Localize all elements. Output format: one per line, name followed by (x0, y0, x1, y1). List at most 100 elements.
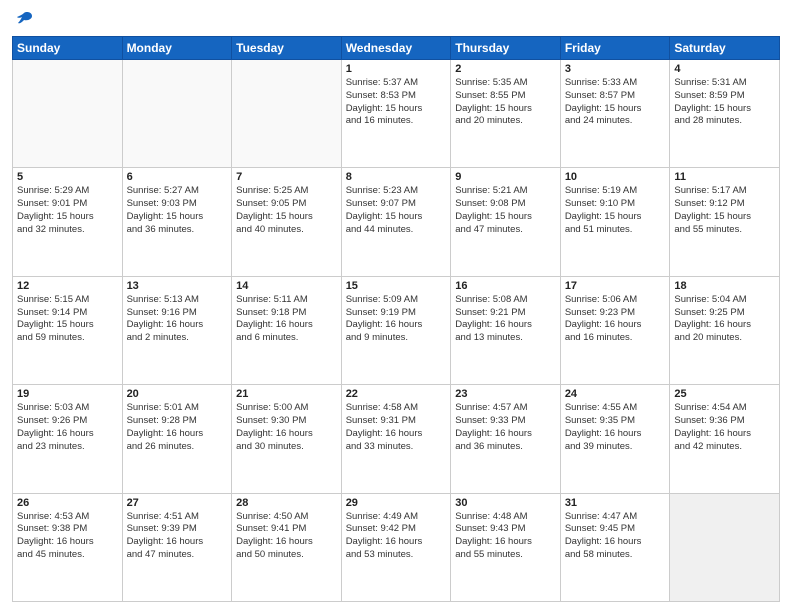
day-number: 3 (565, 63, 666, 75)
day-number: 10 (565, 171, 666, 183)
day-info: Sunrise: 4:50 AM Sunset: 9:41 PM Dayligh… (236, 511, 337, 562)
calendar-cell: 20Sunrise: 5:01 AM Sunset: 9:28 PM Dayli… (122, 385, 232, 493)
calendar-week-5: 26 Sunrise: 4:53 AM Sunset: 9:38 PM Dayli… (13, 493, 780, 601)
day-info: Sunrise: 5:06 AM Sunset: 9:23 PM Dayligh… (565, 294, 666, 345)
calendar-cell (670, 493, 780, 601)
calendar-cell: 19 Sunrise: 5:03 AM Sunset: 9:26 PM Dayli… (13, 385, 123, 493)
logo-bird-icon (14, 10, 34, 30)
calendar-header-sunday: Sunday (13, 37, 123, 60)
day-number: 13 (127, 280, 228, 292)
day-info: Sunrise: 5:29 AM Sunset: 9:01 PM Dayligh… (17, 185, 118, 236)
day-number: 25 (674, 388, 775, 400)
calendar-table: SundayMondayTuesdayWednesdayThursdayFrid… (12, 36, 780, 602)
day-number: 23 (455, 388, 556, 400)
day-info: Sunrise: 5:03 AM Sunset: 9:26 PM Dayligh… (17, 402, 118, 453)
day-number: 6 (127, 171, 228, 183)
calendar-cell: 18 Sunrise: 5:04 AM Sunset: 9:25 PM Dayli… (670, 276, 780, 384)
logo (12, 10, 34, 30)
day-info: Sunrise: 4:53 AM Sunset: 9:38 PM Dayligh… (17, 511, 118, 562)
day-number: 12 (17, 280, 118, 292)
day-number: 17 (565, 280, 666, 292)
day-info: Sunrise: 4:55 AM Sunset: 9:35 PM Dayligh… (565, 402, 666, 453)
day-number: 11 (674, 171, 775, 183)
calendar-cell: 2Sunrise: 5:35 AM Sunset: 8:55 PM Daylig… (451, 60, 561, 168)
calendar-cell: 17 Sunrise: 5:06 AM Sunset: 9:23 PM Dayli… (560, 276, 670, 384)
day-number: 29 (346, 497, 447, 509)
day-info: Sunrise: 5:08 AM Sunset: 9:21 PM Dayligh… (455, 294, 556, 345)
calendar-cell: 24 Sunrise: 4:55 AM Sunset: 9:35 PM Dayli… (560, 385, 670, 493)
calendar-cell: 9 Sunrise: 5:21 AM Sunset: 9:08 PM Daylig… (451, 168, 561, 276)
day-number: 1 (346, 63, 447, 75)
calendar-cell: 4Sunrise: 5:31 AM Sunset: 8:59 PM Daylig… (670, 60, 780, 168)
calendar-cell: 21 Sunrise: 5:00 AM Sunset: 9:30 PM Dayli… (232, 385, 342, 493)
calendar-cell: 28 Sunrise: 4:50 AM Sunset: 9:41 PM Dayli… (232, 493, 342, 601)
day-info: Sunrise: 5:04 AM Sunset: 9:25 PM Dayligh… (674, 294, 775, 345)
day-number: 28 (236, 497, 337, 509)
day-info: Sunrise: 4:58 AM Sunset: 9:31 PM Dayligh… (346, 402, 447, 453)
calendar-cell: 8Sunrise: 5:23 AM Sunset: 9:07 PM Daylig… (341, 168, 451, 276)
day-info: Sunrise: 4:47 AM Sunset: 9:45 PM Dayligh… (565, 511, 666, 562)
day-info: Sunrise: 5:35 AM Sunset: 8:55 PM Dayligh… (455, 77, 556, 128)
calendar-cell: 23 Sunrise: 4:57 AM Sunset: 9:33 PM Dayli… (451, 385, 561, 493)
calendar-cell: 15Sunrise: 5:09 AM Sunset: 9:19 PM Dayli… (341, 276, 451, 384)
calendar-cell: 11 Sunrise: 5:17 AM Sunset: 9:12 PM Dayli… (670, 168, 780, 276)
calendar-week-1: 1 Sunrise: 5:37 AM Sunset: 8:53 PM Daylig… (13, 60, 780, 168)
day-info: Sunrise: 4:48 AM Sunset: 9:43 PM Dayligh… (455, 511, 556, 562)
day-number: 19 (17, 388, 118, 400)
day-number: 20 (127, 388, 228, 400)
page: SundayMondayTuesdayWednesdayThursdayFrid… (0, 0, 792, 612)
day-info: Sunrise: 5:27 AM Sunset: 9:03 PM Dayligh… (127, 185, 228, 236)
calendar-header-monday: Monday (122, 37, 232, 60)
day-info: Sunrise: 5:15 AM Sunset: 9:14 PM Dayligh… (17, 294, 118, 345)
calendar-cell (232, 60, 342, 168)
day-info: Sunrise: 5:09 AM Sunset: 9:19 PM Dayligh… (346, 294, 447, 345)
day-number: 26 (17, 497, 118, 509)
calendar-cell: 25 Sunrise: 4:54 AM Sunset: 9:36 PM Dayli… (670, 385, 780, 493)
day-info: Sunrise: 5:11 AM Sunset: 9:18 PM Dayligh… (236, 294, 337, 345)
day-info: Sunrise: 5:21 AM Sunset: 9:08 PM Dayligh… (455, 185, 556, 236)
day-number: 7 (236, 171, 337, 183)
header (12, 10, 780, 30)
calendar-header-saturday: Saturday (670, 37, 780, 60)
calendar-header-tuesday: Tuesday (232, 37, 342, 60)
day-number: 5 (17, 171, 118, 183)
calendar-cell: 7 Sunrise: 5:25 AM Sunset: 9:05 PM Daylig… (232, 168, 342, 276)
day-number: 9 (455, 171, 556, 183)
day-info: Sunrise: 5:33 AM Sunset: 8:57 PM Dayligh… (565, 77, 666, 128)
calendar-cell: 16 Sunrise: 5:08 AM Sunset: 9:21 PM Dayli… (451, 276, 561, 384)
calendar-cell: 22Sunrise: 4:58 AM Sunset: 9:31 PM Dayli… (341, 385, 451, 493)
calendar-week-2: 5 Sunrise: 5:29 AM Sunset: 9:01 PM Daylig… (13, 168, 780, 276)
calendar-cell: 14Sunrise: 5:11 AM Sunset: 9:18 PM Dayli… (232, 276, 342, 384)
calendar-week-4: 19 Sunrise: 5:03 AM Sunset: 9:26 PM Dayli… (13, 385, 780, 493)
calendar-cell: 27Sunrise: 4:51 AM Sunset: 9:39 PM Dayli… (122, 493, 232, 601)
calendar-header-row: SundayMondayTuesdayWednesdayThursdayFrid… (13, 37, 780, 60)
day-number: 27 (127, 497, 228, 509)
day-info: Sunrise: 5:00 AM Sunset: 9:30 PM Dayligh… (236, 402, 337, 453)
calendar-cell: 3 Sunrise: 5:33 AM Sunset: 8:57 PM Daylig… (560, 60, 670, 168)
calendar-cell: 5 Sunrise: 5:29 AM Sunset: 9:01 PM Daylig… (13, 168, 123, 276)
day-info: Sunrise: 4:54 AM Sunset: 9:36 PM Dayligh… (674, 402, 775, 453)
day-number: 4 (674, 63, 775, 75)
calendar-cell: 26 Sunrise: 4:53 AM Sunset: 9:38 PM Dayli… (13, 493, 123, 601)
day-number: 24 (565, 388, 666, 400)
day-info: Sunrise: 5:23 AM Sunset: 9:07 PM Dayligh… (346, 185, 447, 236)
calendar-header-friday: Friday (560, 37, 670, 60)
day-info: Sunrise: 5:19 AM Sunset: 9:10 PM Dayligh… (565, 185, 666, 236)
day-info: Sunrise: 5:13 AM Sunset: 9:16 PM Dayligh… (127, 294, 228, 345)
day-info: Sunrise: 5:17 AM Sunset: 9:12 PM Dayligh… (674, 185, 775, 236)
day-info: Sunrise: 5:25 AM Sunset: 9:05 PM Dayligh… (236, 185, 337, 236)
day-number: 18 (674, 280, 775, 292)
calendar-cell: 12 Sunrise: 5:15 AM Sunset: 9:14 PM Dayli… (13, 276, 123, 384)
calendar-cell: 29 Sunrise: 4:49 AM Sunset: 9:42 PM Dayli… (341, 493, 451, 601)
day-info: Sunrise: 5:37 AM Sunset: 8:53 PM Dayligh… (346, 77, 447, 128)
calendar-header-wednesday: Wednesday (341, 37, 451, 60)
day-info: Sunrise: 4:49 AM Sunset: 9:42 PM Dayligh… (346, 511, 447, 562)
day-info: Sunrise: 4:57 AM Sunset: 9:33 PM Dayligh… (455, 402, 556, 453)
day-number: 30 (455, 497, 556, 509)
calendar-cell: 10 Sunrise: 5:19 AM Sunset: 9:10 PM Dayli… (560, 168, 670, 276)
calendar-cell: 30 Sunrise: 4:48 AM Sunset: 9:43 PM Dayli… (451, 493, 561, 601)
day-number: 21 (236, 388, 337, 400)
day-number: 16 (455, 280, 556, 292)
day-number: 31 (565, 497, 666, 509)
calendar-cell: 6 Sunrise: 5:27 AM Sunset: 9:03 PM Daylig… (122, 168, 232, 276)
